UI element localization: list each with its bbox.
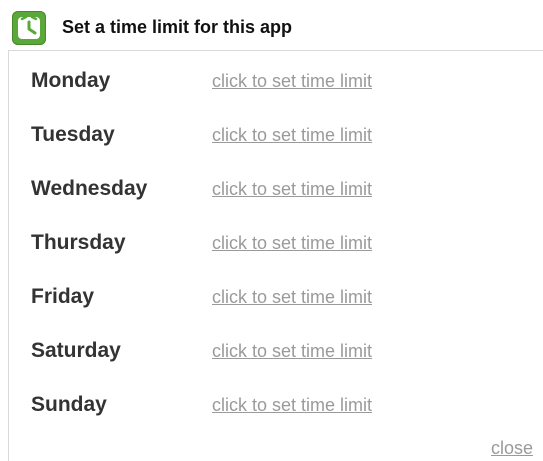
- day-row-sunday: Sunday click to set time limit: [9, 393, 529, 447]
- clock-app-icon: [12, 11, 46, 45]
- time-limit-dialog: Monday click to set time limit Tuesday c…: [8, 50, 543, 461]
- set-limit-link-sunday[interactable]: click to set time limit: [212, 395, 372, 416]
- day-label: Monday: [31, 69, 111, 92]
- day-label: Friday: [31, 285, 95, 308]
- close-link[interactable]: close: [491, 438, 533, 459]
- day-row-thursday: Thursday click to set time limit: [9, 231, 529, 285]
- day-label: Wednesday: [31, 177, 148, 200]
- set-limit-link-friday[interactable]: click to set time limit: [212, 287, 372, 308]
- day-row-tuesday: Tuesday click to set time limit: [9, 123, 529, 177]
- set-limit-link-thursday[interactable]: click to set time limit: [212, 233, 372, 254]
- day-label: Sunday: [31, 393, 107, 416]
- dialog-header: Set a time limit for this app: [0, 0, 543, 50]
- set-limit-link-saturday[interactable]: click to set time limit: [212, 341, 372, 362]
- set-limit-link-monday[interactable]: click to set time limit: [212, 71, 372, 92]
- day-row-wednesday: Wednesday click to set time limit: [9, 177, 529, 231]
- day-row-saturday: Saturday click to set time limit: [9, 339, 529, 393]
- day-label: Thursday: [31, 231, 126, 254]
- day-label: Tuesday: [31, 123, 115, 146]
- day-row-friday: Friday click to set time limit: [9, 285, 529, 339]
- set-limit-link-wednesday[interactable]: click to set time limit: [212, 179, 372, 200]
- day-label: Saturday: [31, 339, 121, 362]
- set-limit-link-tuesday[interactable]: click to set time limit: [212, 125, 372, 146]
- dialog-title: Set a time limit for this app: [62, 17, 293, 37]
- day-row-monday: Monday click to set time limit: [9, 69, 529, 123]
